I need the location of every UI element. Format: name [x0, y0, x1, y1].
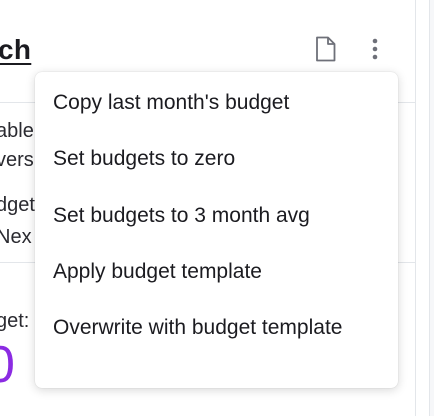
menu-item-copy-last-month[interactable]: Copy last month's budget	[35, 88, 398, 117]
file-icon[interactable]	[313, 35, 339, 63]
right-panel-gutter	[429, 0, 434, 416]
menu-item-apply-template[interactable]: Apply budget template	[35, 257, 398, 286]
to-budget-label: get:	[0, 310, 30, 332]
menu-item-set-3-month-avg[interactable]: Set budgets to 3 month avg	[35, 201, 398, 230]
to-budget-amount[interactable]: 0	[0, 335, 15, 395]
menu-item-overwrite-template[interactable]: Overwrite with budget template	[35, 313, 365, 342]
budget-actions-menu: Copy last month's budget Set budgets to …	[35, 72, 398, 388]
month-title[interactable]: ch	[0, 34, 31, 66]
summary-next-label: Nex	[0, 226, 32, 248]
menu-item-set-zero[interactable]: Set budgets to zero	[35, 144, 398, 173]
summary-available-label: able	[0, 120, 34, 142]
more-vertical-icon[interactable]	[364, 37, 386, 63]
